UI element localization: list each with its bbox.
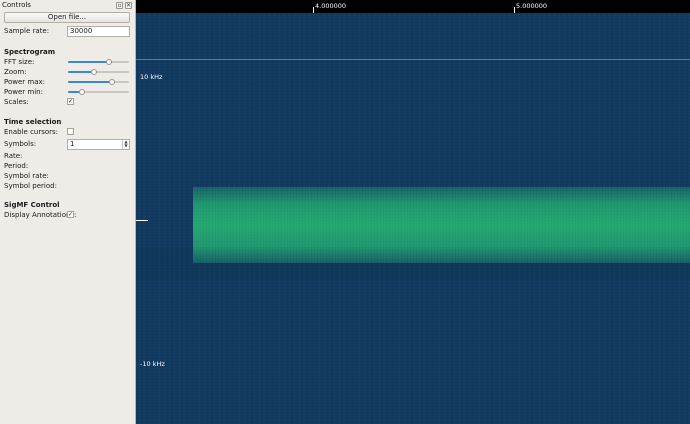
spin-arrows-icon[interactable]: ▲ ▼ — [122, 140, 129, 149]
time-selection-heading: Time selection — [4, 118, 62, 126]
power-min-slider[interactable] — [68, 87, 129, 97]
symbols-value: 1 — [70, 140, 75, 148]
dock-title: Controls — [2, 1, 31, 9]
scales-label: Scales: — [4, 98, 29, 106]
close-icon[interactable]: ✕ — [125, 1, 132, 9]
spectrogram-heading: Spectrogram — [4, 48, 56, 56]
zoom-slider[interactable] — [68, 67, 129, 77]
dock-titlebar[interactable]: Controls ▫ ✕ — [0, 0, 135, 10]
signal-band — [193, 187, 690, 263]
period-label: Period: — [4, 162, 29, 170]
symbols-spinbox[interactable]: 1 ▲ ▼ — [67, 139, 130, 150]
spectrogram-canvas[interactable]: 10 kHz -10 kHz — [136, 13, 690, 424]
fft-size-label: FFT size: — [4, 58, 35, 66]
marker-line — [136, 59, 690, 60]
symbol-rate-label: Symbol rate: — [4, 172, 49, 180]
power-max-slider[interactable] — [68, 77, 129, 87]
display-annotations-checkbox[interactable]: ✓ — [67, 211, 74, 218]
time-tick-label: 4.000000 — [315, 2, 347, 10]
symbols-label: Symbols: — [4, 140, 37, 148]
time-ruler: 4.000000 5.000000 — [136, 0, 690, 13]
scales-checkbox[interactable]: ✓ — [67, 98, 74, 105]
sample-rate-label: Sample rate: — [4, 27, 50, 35]
spectrogram-plot[interactable]: 4.000000 5.000000 10 kHz -10 kHz — [136, 0, 690, 424]
fft-size-slider[interactable] — [68, 57, 129, 67]
enable-cursors-label: Enable cursors: — [4, 128, 59, 136]
power-max-label: Power max: — [4, 78, 45, 86]
sigmf-heading: SigMF Control — [4, 201, 60, 209]
rate-label: Rate: — [4, 152, 23, 160]
freq-label-bottom: -10 kHz — [140, 360, 165, 368]
time-tick-label: 5.000000 — [516, 2, 548, 10]
open-file-button[interactable]: Open file... — [4, 12, 130, 23]
float-icon[interactable]: ▫ — [116, 1, 123, 9]
enable-cursors-checkbox[interactable] — [67, 128, 74, 135]
center-freq-tick — [136, 220, 148, 221]
power-min-label: Power min: — [4, 88, 43, 96]
display-annotations-label: Display Annotations: — [4, 211, 77, 219]
freq-label-top: 10 kHz — [140, 73, 163, 81]
symbol-period-label: Symbol period: — [4, 182, 57, 190]
zoom-label: Zoom: — [4, 68, 27, 76]
controls-dock: Controls ▫ ✕ Open file... Sample rate: 3… — [0, 0, 136, 424]
sample-rate-input[interactable]: 30000 — [67, 26, 130, 37]
